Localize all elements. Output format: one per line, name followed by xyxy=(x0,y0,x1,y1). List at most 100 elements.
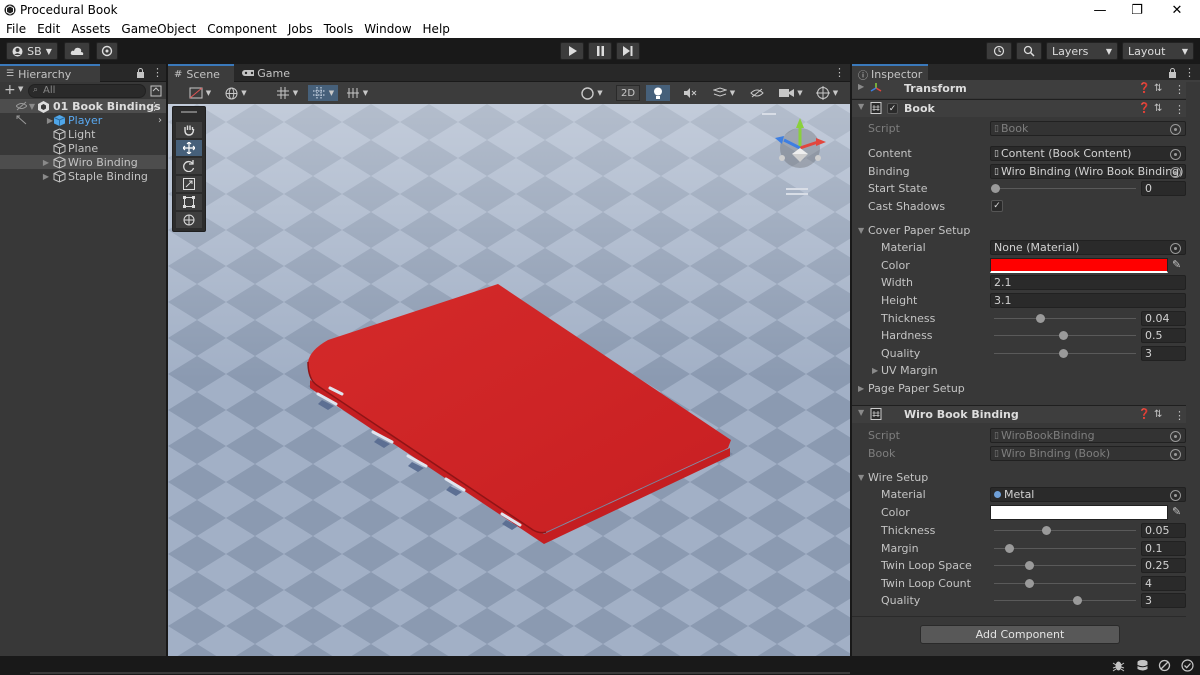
scene-filter-icon[interactable] xyxy=(150,85,162,97)
lock-icon[interactable] xyxy=(136,68,145,78)
menu-component[interactable]: Component xyxy=(207,22,277,36)
thickness-slider-track[interactable] xyxy=(994,318,1136,319)
twin-count-slider-knob[interactable] xyxy=(1025,579,1034,588)
cast-shadows-checkbox[interactable]: ✓ xyxy=(991,200,1003,212)
twin-loop-space-input[interactable]: 0.25 xyxy=(1141,558,1186,573)
kebab-menu-icon[interactable]: ⋮ xyxy=(834,66,845,79)
menu-edit[interactable]: Edit xyxy=(37,22,60,36)
menu-gameobject[interactable]: GameObject xyxy=(121,22,196,36)
visibility-icon[interactable] xyxy=(16,101,27,111)
scene-canvas[interactable] xyxy=(168,104,850,656)
hierarchy-item-player[interactable]: ▶ Player › xyxy=(0,113,166,127)
object-picker-icon[interactable] xyxy=(1170,167,1181,178)
wire-margin-input[interactable]: 0.1 xyxy=(1141,541,1186,556)
expand-arrow-icon[interactable]: ▶ xyxy=(858,384,864,393)
twin-space-slider-knob[interactable] xyxy=(1025,561,1034,570)
inspector-scrollbar[interactable] xyxy=(1186,82,1200,656)
hierarchy-search-input[interactable]: ⌕ All xyxy=(28,84,146,98)
menu-window[interactable]: Window xyxy=(364,22,411,36)
hierarchy-item-wiro-binding[interactable]: ▶ Wiro Binding xyxy=(0,155,166,169)
twin-loop-count-input[interactable]: 4 xyxy=(1141,576,1186,591)
database-icon[interactable] xyxy=(1136,659,1149,672)
menu-assets[interactable]: Assets xyxy=(71,22,110,36)
component-menu-icon[interactable]: ⋮ xyxy=(1174,83,1185,96)
expand-arrow-icon[interactable]: ▶ xyxy=(0,172,53,181)
hierarchy-scene-row[interactable]: ▼ 01 Book Bindings ⋮ xyxy=(0,99,166,113)
expand-arrow-icon[interactable]: ▶ xyxy=(858,82,864,91)
grid-snap-dropdown[interactable]: ▼ xyxy=(272,85,302,101)
start-state-input[interactable]: 0 xyxy=(1141,181,1186,196)
wiro-component-header[interactable]: ▼ Wiro Book Binding ❓ ⇅ ⋮ xyxy=(852,405,1200,423)
close-button[interactable]: ✕ xyxy=(1154,0,1200,20)
help-icon[interactable]: ❓ xyxy=(1138,409,1150,420)
account-button[interactable]: SB ▼ xyxy=(6,42,58,60)
menu-tools[interactable]: Tools xyxy=(324,22,354,36)
play-button[interactable] xyxy=(560,42,584,60)
cover-height-input[interactable]: 3.1 xyxy=(990,293,1186,308)
wire-quality-input[interactable]: 3 xyxy=(1141,593,1186,608)
cover-thickness-input[interactable]: 0.04 xyxy=(1141,311,1186,326)
quality-slider-knob[interactable] xyxy=(1059,349,1068,358)
rotate-tool[interactable] xyxy=(176,158,202,174)
start-state-slider-knob[interactable] xyxy=(991,184,1000,193)
pick-disabled-icon[interactable] xyxy=(16,115,27,125)
cover-color-swatch[interactable] xyxy=(990,258,1168,273)
preset-icon[interactable]: ⇅ xyxy=(1154,103,1162,114)
margin-slider-knob[interactable] xyxy=(1005,544,1014,553)
expand-arrow-icon[interactable]: ▼ xyxy=(27,102,37,111)
gizmos-dropdown[interactable]: ▼ xyxy=(812,85,842,101)
kebab-menu-icon[interactable]: ⋮ xyxy=(152,66,163,79)
expand-arrow-icon[interactable]: ▶ xyxy=(872,366,878,375)
hierarchy-item-staple-binding[interactable]: ▶ Staple Binding xyxy=(0,169,166,183)
cover-material-field[interactable]: None (Material) xyxy=(990,240,1186,255)
shading-dropdown[interactable]: ▼ xyxy=(576,85,608,101)
expand-arrow-icon[interactable]: ▶ xyxy=(27,116,53,125)
check-circle-icon[interactable] xyxy=(1181,659,1194,672)
add-icon[interactable]: + xyxy=(4,82,16,98)
camera-dropdown[interactable]: ▼ xyxy=(774,85,808,101)
cover-width-input[interactable]: 2.1 xyxy=(990,275,1186,290)
wire-color-swatch[interactable] xyxy=(990,505,1168,520)
lighting-toggle[interactable] xyxy=(646,85,670,101)
scale-tool[interactable] xyxy=(176,176,202,192)
auto-refresh-icon[interactable] xyxy=(1158,659,1171,672)
align-dropdown[interactable]: ▼ xyxy=(342,85,372,101)
book-component-header[interactable]: ▼ ✓ Book ❓ ⇅ ⋮ xyxy=(852,99,1200,117)
collapse-arrow-icon[interactable]: ▼ xyxy=(858,473,864,482)
start-state-slider-track[interactable] xyxy=(994,188,1136,189)
hand-tool[interactable] xyxy=(176,122,202,138)
preset-icon[interactable]: ⇅ xyxy=(1154,83,1162,94)
preset-icon[interactable]: ⇅ xyxy=(1154,409,1162,420)
wire-material-field[interactable]: Metal xyxy=(990,487,1186,502)
wire-quality-slider-knob[interactable] xyxy=(1073,596,1082,605)
collapse-arrow-icon[interactable]: ▼ xyxy=(858,102,864,111)
lock-icon[interactable] xyxy=(1168,68,1177,78)
twin-space-slider-track[interactable] xyxy=(994,565,1136,566)
wire-quality-slider-track[interactable] xyxy=(994,600,1136,601)
content-field[interactable]: ▯ Content (Book Content) xyxy=(990,146,1186,161)
add-dropdown-caret-icon[interactable]: ▼ xyxy=(18,85,23,93)
increment-snap-dropdown[interactable]: ▼ xyxy=(308,85,338,101)
draw-mode-dropdown[interactable]: ▼ xyxy=(184,85,216,101)
wire-thickness-input[interactable]: 0.05 xyxy=(1141,523,1186,538)
expand-arrow-icon[interactable]: ▶ xyxy=(0,158,53,167)
enabled-checkbox[interactable]: ✓ xyxy=(887,103,898,114)
tab-game[interactable]: Game xyxy=(236,64,296,82)
transform-header[interactable]: ▶ Transform ❓ ⇅ ⋮ xyxy=(852,80,1200,98)
transform-tool[interactable] xyxy=(176,212,202,228)
scene-kebab-icon[interactable]: ⋮ xyxy=(149,100,160,113)
step-button[interactable] xyxy=(616,42,640,60)
wire-thickness-slider-knob[interactable] xyxy=(1042,526,1051,535)
wire-setup-foldout[interactable]: ▼ Wire Setup xyxy=(852,469,1200,486)
object-picker-icon[interactable] xyxy=(1170,149,1181,160)
help-icon[interactable]: ❓ xyxy=(1138,103,1150,114)
tab-hierarchy[interactable]: ☰ Hierarchy xyxy=(0,64,100,82)
cloud-button[interactable] xyxy=(64,42,90,60)
menu-file[interactable]: File xyxy=(6,22,26,36)
rect-tool[interactable] xyxy=(176,194,202,210)
cover-quality-input[interactable]: 3 xyxy=(1141,346,1186,361)
cover-hardness-input[interactable]: 0.5 xyxy=(1141,328,1186,343)
component-menu-icon[interactable]: ⋮ xyxy=(1174,103,1185,116)
hidden-objects-toggle[interactable] xyxy=(746,85,768,101)
wire-thickness-slider-track[interactable] xyxy=(994,530,1136,531)
